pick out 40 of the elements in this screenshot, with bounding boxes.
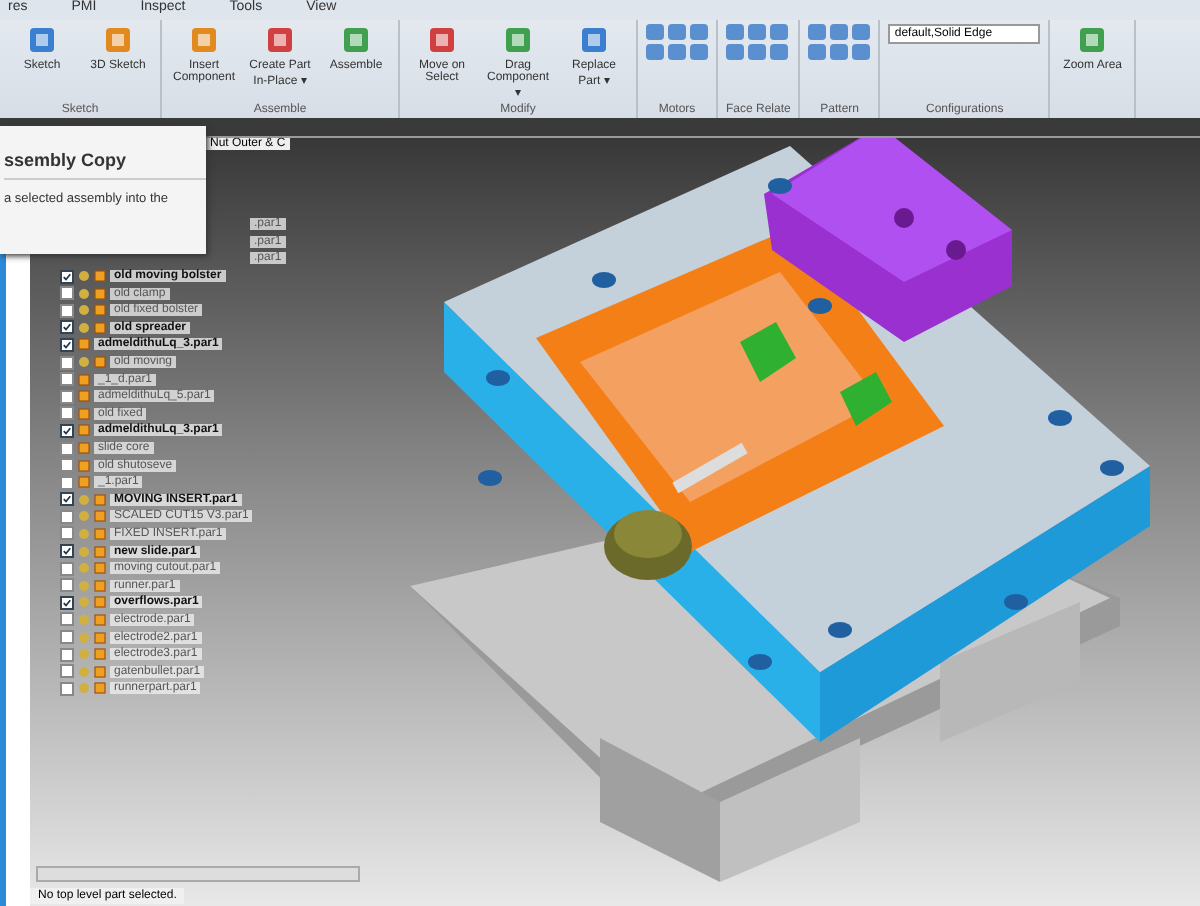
checkbox[interactable] [60,355,74,370]
tool-icon [264,24,296,56]
scroll-bar[interactable] [36,866,360,882]
checkbox[interactable] [60,681,74,696]
checkbox[interactable] [60,612,74,627]
checkbox[interactable] [60,441,74,456]
checkbox[interactable] [60,337,74,352]
checkbox[interactable] [60,389,74,404]
checkbox[interactable] [60,475,74,490]
tool-icon [502,24,534,56]
tool-icons-drawing [726,24,788,60]
checkbox[interactable] [60,286,74,301]
checkbox[interactable] [60,595,74,610]
tool-icon [340,24,372,56]
checkbox[interactable] [60,630,74,645]
checkbox[interactable] [60,492,74,507]
checkbox[interactable] [60,526,74,541]
checkbox[interactable] [60,578,74,593]
checkbox[interactable] [60,647,74,662]
tool-icon [1076,24,1109,56]
tooltip-title: ssembly Copy [4,134,206,180]
tool-icon [26,24,58,56]
tool-icons-drawing [646,24,708,60]
checkbox[interactable] [60,509,74,524]
checkbox[interactable] [60,320,74,335]
checkbox[interactable] [60,544,74,559]
checkbox[interactable] [60,406,74,421]
tool-icon [426,24,458,56]
tool-icon [578,24,610,56]
checkbox[interactable] [60,664,74,679]
checkbox[interactable] [60,458,74,473]
checkbox[interactable] [60,561,74,576]
assembly-icon [78,356,90,369]
checkbox[interactable] [60,372,74,387]
checkbox[interactable] [60,423,74,438]
checkbox[interactable] [60,269,74,284]
checkbox[interactable] [60,303,74,318]
tool-icons-drawing [808,24,871,60]
tool-icon [188,24,220,56]
tool-icon [102,24,134,56]
